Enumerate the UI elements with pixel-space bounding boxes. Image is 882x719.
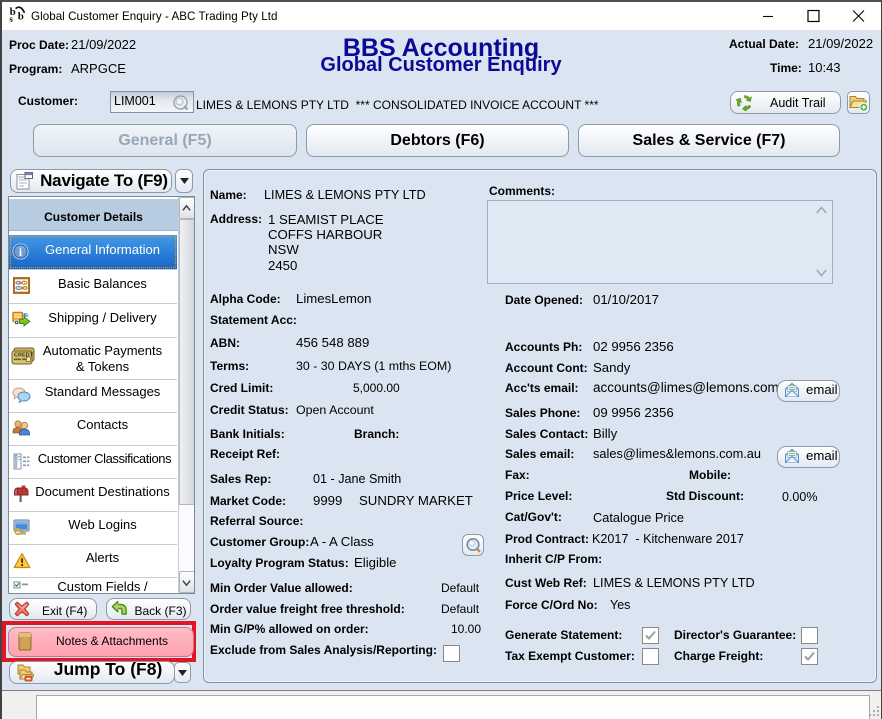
svg-text:b: b: [18, 10, 24, 22]
svg-text:s: s: [9, 14, 13, 24]
